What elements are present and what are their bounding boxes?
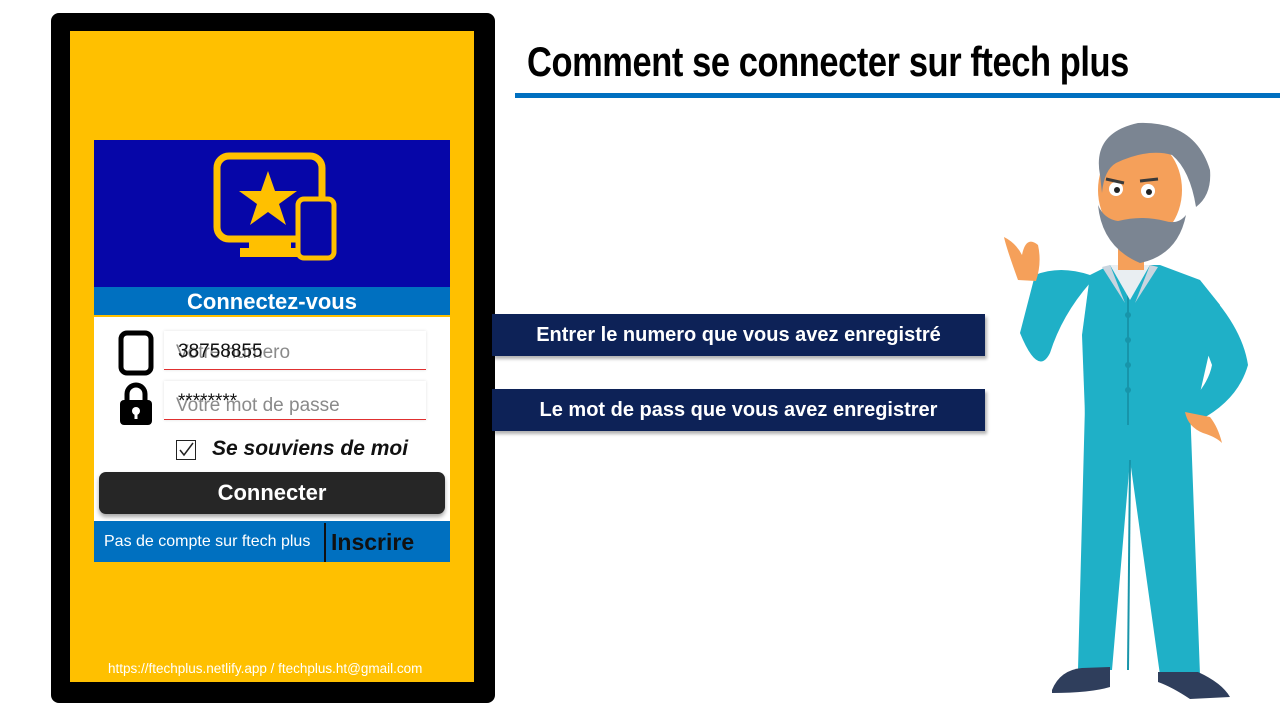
page-title: Comment se connecter sur ftech plus (527, 38, 1129, 85)
password-value: ******** (178, 391, 238, 412)
signup-bar: Pas de compte sur ftech plus Inscrire (94, 521, 450, 562)
no-account-text: Pas de compte sur ftech plus (104, 533, 311, 550)
checkmark-icon (179, 442, 194, 457)
remember-me-checkbox[interactable] (176, 440, 196, 460)
phone-number-input[interactable]: Votre numero 38758855 (164, 331, 426, 370)
title-underline (515, 93, 1280, 98)
remember-me-label: Se souviens de moi (212, 437, 409, 460)
signup-divider (324, 523, 326, 562)
number-callout: Entrer le numero que vous avez enregistr… (492, 314, 985, 356)
password-input[interactable]: Votre mot de passe ******** (164, 381, 426, 420)
login-title: Connectez-vous (94, 287, 450, 317)
signup-link[interactable]: Inscrire (331, 529, 414, 556)
password-callout: Le mot de pass que vous avez enregistrer (492, 389, 985, 431)
phone-icon (118, 330, 154, 376)
logo-area (94, 140, 450, 287)
login-card: Connectez-vous Votre numero 38758855 Vot… (94, 140, 450, 562)
presenter-character-illustration (1004, 122, 1248, 699)
lock-icon (120, 382, 152, 425)
contact-footer: https://ftechplus.netlify.app / ftechplu… (108, 661, 423, 676)
monitor-star-icon (213, 152, 337, 261)
connect-button[interactable]: Connecter (99, 472, 445, 514)
phone-number-value: 38758855 (178, 341, 263, 362)
